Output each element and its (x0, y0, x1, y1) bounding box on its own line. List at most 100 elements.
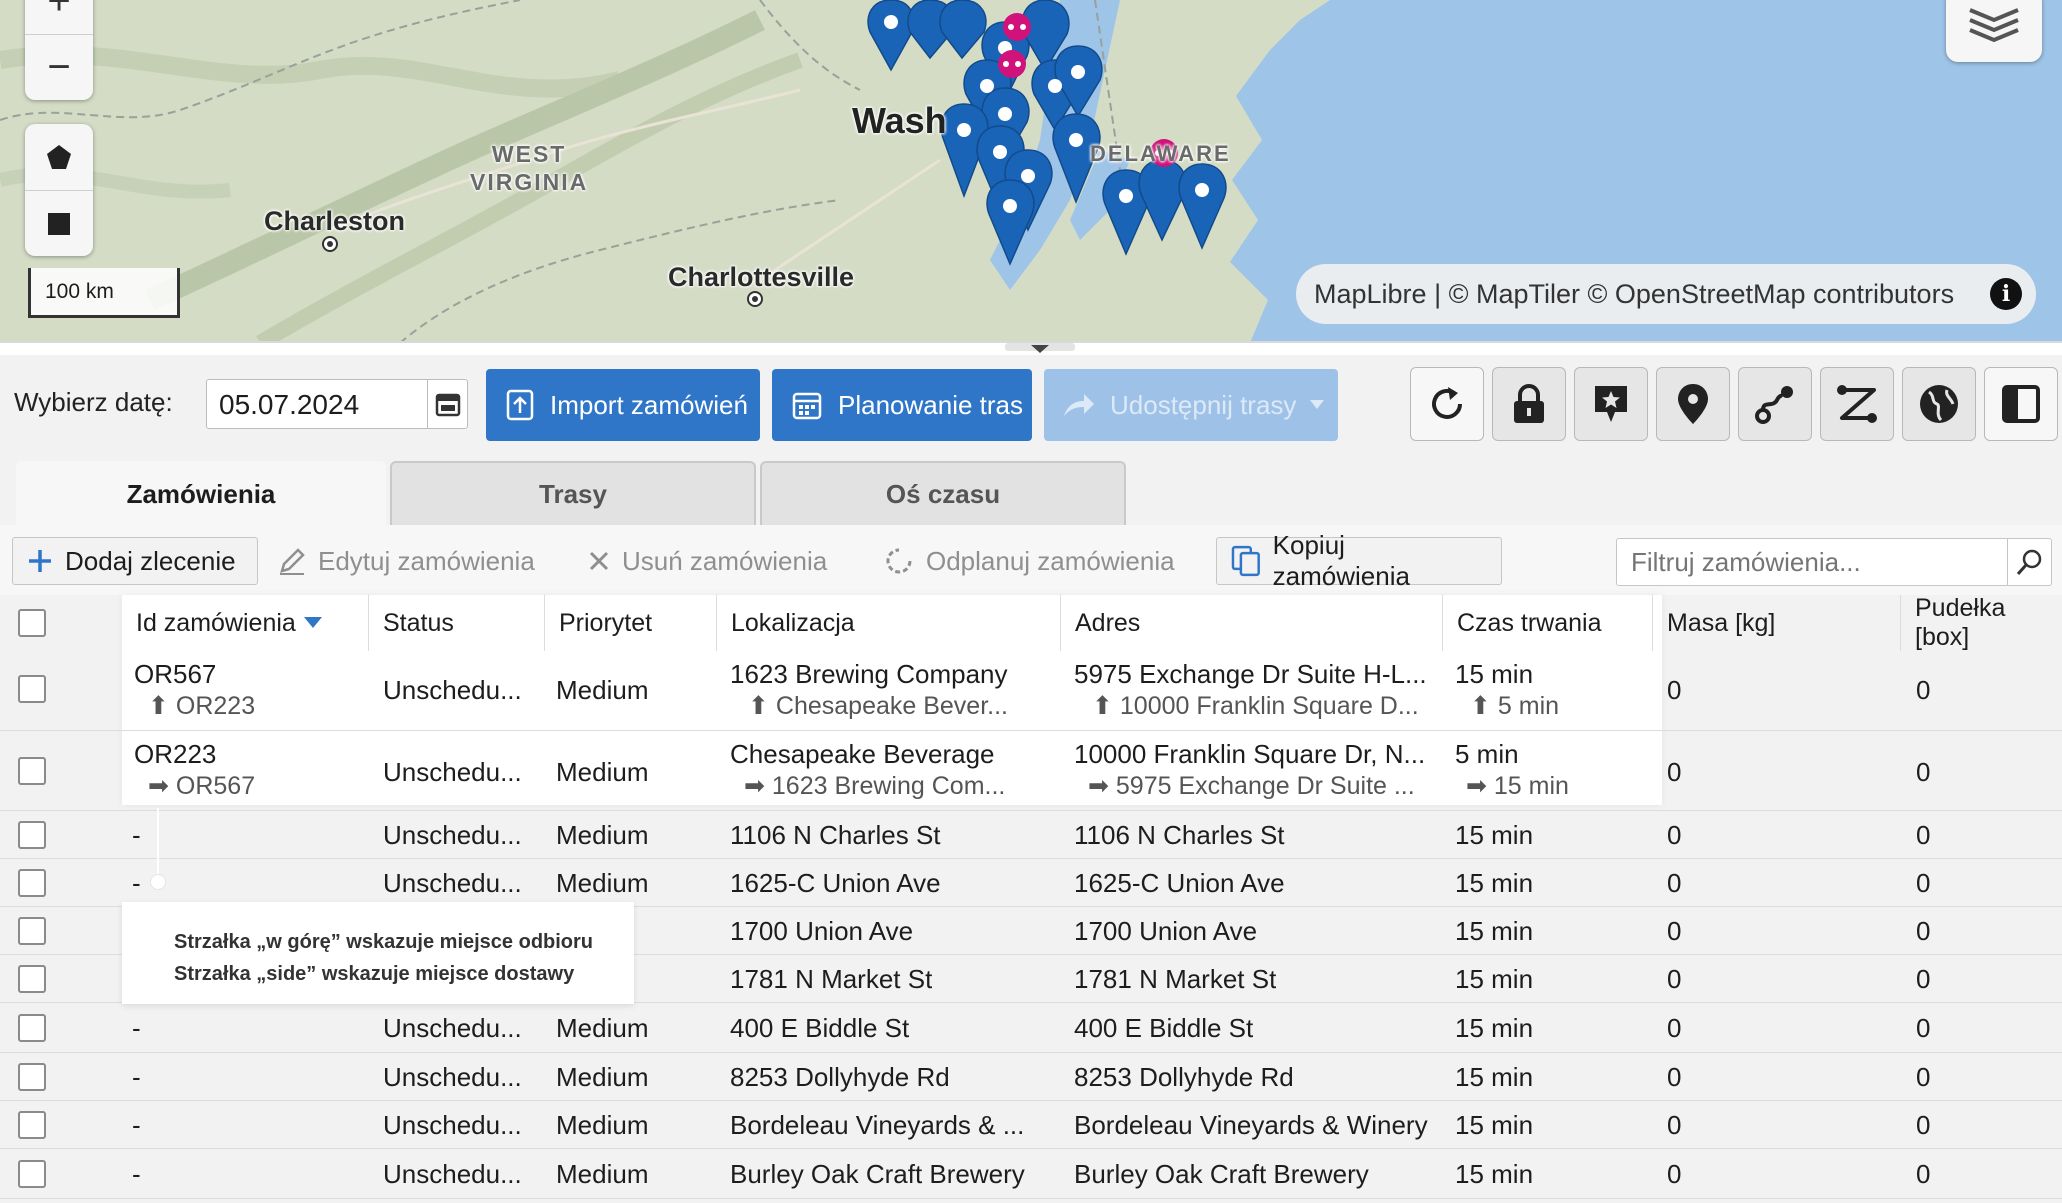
globe-icon (1920, 385, 1958, 423)
row-checkbox[interactable] (18, 757, 46, 785)
plan-routes-button[interactable]: Planowanie tras (772, 369, 1032, 441)
order-location: 400 E Biddle St (730, 1013, 910, 1043)
column-header-id[interactable]: Id zamówienia (122, 595, 368, 651)
tab-orders[interactable]: Zamówienia (16, 461, 386, 525)
globe-button[interactable] (1902, 367, 1976, 441)
edit-orders-button[interactable]: Edytuj zamówienia (264, 537, 549, 585)
map-label-charlottesville: Charlottesville (668, 262, 855, 292)
order-id: - (132, 868, 141, 898)
order-boxes: 0 (1916, 820, 1931, 850)
column-header-mass[interactable]: Masa [kg] (1652, 595, 1898, 651)
route-button[interactable] (1738, 367, 1812, 441)
order-id: - (132, 820, 141, 850)
lock-icon (1514, 384, 1544, 423)
star-marker-icon (1595, 386, 1627, 422)
route-branch-icon (1837, 385, 1877, 423)
order-address: Bordeleau Vineyards & Winery (1074, 1110, 1428, 1140)
order-status: Unschedu... (383, 675, 522, 705)
table-row[interactable]: - Unschedu... Medium Bordeleau Vineyards… (0, 1101, 2062, 1149)
column-header-duration[interactable]: Czas trwania (1442, 595, 1652, 651)
zoom-in-button[interactable]: + (25, 0, 93, 34)
table-row[interactable]: OR567 ⬆ OR223 Unschedu... Medium 1623 Br… (0, 651, 2062, 731)
polygon-icon (47, 145, 71, 169)
table-row[interactable]: - Unschedu... Medium 8253 Dollyhyde Rd 8… (0, 1053, 2062, 1101)
column-header-location[interactable]: Lokalizacja (716, 595, 1060, 651)
select-all-checkbox[interactable] (18, 609, 46, 637)
table-row[interactable]: - Unschedu... Medium 1106 N Charles St 1… (0, 811, 2062, 859)
date-picker[interactable]: 05.07.2024 (206, 379, 468, 429)
row-checkbox[interactable] (18, 1063, 46, 1091)
info-icon[interactable]: i (1990, 278, 2022, 310)
draw-polygon-button[interactable] (25, 124, 93, 190)
order-location: 1106 N Charles St (730, 820, 941, 850)
row-checkbox[interactable] (18, 675, 46, 703)
order-mass: 0 (1667, 820, 1682, 850)
add-order-button[interactable]: Dodaj zlecenie (12, 537, 258, 585)
row-checkbox[interactable] (18, 1111, 46, 1139)
location-pin-button[interactable] (1656, 367, 1730, 441)
tab-timeline[interactable]: Oś czasu (760, 461, 1126, 525)
refresh-button[interactable] (1410, 367, 1484, 441)
linked-order-id: ⬆ OR223 (148, 692, 256, 720)
map-label-west-virginia: WEST VIRGINIA (470, 141, 589, 195)
order-boxes: 0 (1916, 1062, 1931, 1092)
row-checkbox[interactable] (18, 1160, 46, 1188)
map-scale: 100 km (28, 268, 180, 318)
copy-orders-button[interactable]: Kopiuj zamówienia (1216, 530, 1502, 591)
order-mass: 0 (1667, 675, 1682, 705)
tab-routes[interactable]: Trasy (390, 461, 756, 525)
column-header-address[interactable]: Adres (1060, 595, 1442, 651)
pin-icon (1678, 384, 1708, 424)
delete-orders-button[interactable]: Usuń zamówienia (574, 537, 841, 585)
import-orders-button[interactable]: Import zamówień (486, 369, 760, 441)
share-routes-button[interactable]: Udostępnij trasy (1044, 369, 1338, 441)
row-checkbox[interactable] (18, 965, 46, 993)
filter-input[interactable] (1617, 539, 1997, 585)
order-mass: 0 (1667, 757, 1682, 787)
unplan-orders-button[interactable]: Odplanuj zamówienia (870, 537, 1189, 585)
layers-button[interactable] (1946, 0, 2042, 62)
order-location: Chesapeake Beverage (730, 739, 995, 769)
route-icon (1755, 386, 1793, 424)
column-header-status[interactable]: Status (368, 595, 544, 651)
row-checkbox[interactable] (18, 917, 46, 945)
calendar-icon[interactable] (427, 380, 467, 428)
import-icon (506, 389, 534, 421)
share-routes-label: Udostępnij trasy (1110, 389, 1297, 420)
order-location: 1623 Brewing Company (730, 659, 1008, 689)
action-bar: Dodaj zlecenie Edytuj zamówienia Usuń za… (0, 525, 2062, 595)
draw-rectangle-button[interactable] (25, 190, 93, 256)
table-row[interactable]: OR223 ➡ OR567 Unschedu... Medium Chesape… (0, 731, 2062, 811)
layers-icon (1969, 8, 2019, 43)
plus-icon (29, 550, 51, 572)
row-checkbox[interactable] (18, 869, 46, 897)
row-checkbox[interactable] (18, 821, 46, 849)
table-row[interactable]: - Unschedu... Medium 400 E Biddle St 400… (0, 1003, 2062, 1053)
search-icon[interactable] (2007, 539, 2051, 585)
row-checkbox[interactable] (18, 1014, 46, 1042)
lock-button[interactable] (1492, 367, 1566, 441)
route-branch-button[interactable] (1820, 367, 1894, 441)
square-icon (48, 212, 70, 235)
favorite-marker-button[interactable] (1574, 367, 1648, 441)
unplan-icon (886, 548, 912, 574)
order-location: 1625-C Union Ave (730, 868, 941, 898)
table-row[interactable]: - Unschedu... Medium 1625-C Union Ave 16… (0, 859, 2062, 907)
tab-bar: Zamówienia Trasy Oś czasu (0, 455, 2062, 525)
panel-toggle-button[interactable] (1984, 367, 2058, 441)
map-view[interactable]: WEST VIRGINIA Charleston Charlottesville… (0, 0, 2062, 343)
draw-controls (25, 124, 93, 256)
order-status: Unschedu... (383, 1110, 522, 1140)
order-priority: Medium (556, 1159, 649, 1189)
order-location: 1700 Union Ave (730, 916, 914, 946)
callout-dot (150, 874, 166, 890)
column-header-boxes[interactable]: Pudełka [box] (1900, 594, 2062, 651)
pencil-icon (280, 548, 305, 575)
table-row[interactable]: - Unschedu... Medium Burley Oak Craft Br… (0, 1149, 2062, 1199)
map-collapse-handle[interactable] (1005, 343, 1075, 355)
refresh-icon (1432, 387, 1462, 419)
order-location: Burley Oak Craft Brewery (730, 1159, 1025, 1189)
zoom-out-button[interactable]: − (25, 34, 93, 100)
column-header-priority[interactable]: Priorytet (544, 595, 716, 651)
close-icon (589, 551, 609, 571)
